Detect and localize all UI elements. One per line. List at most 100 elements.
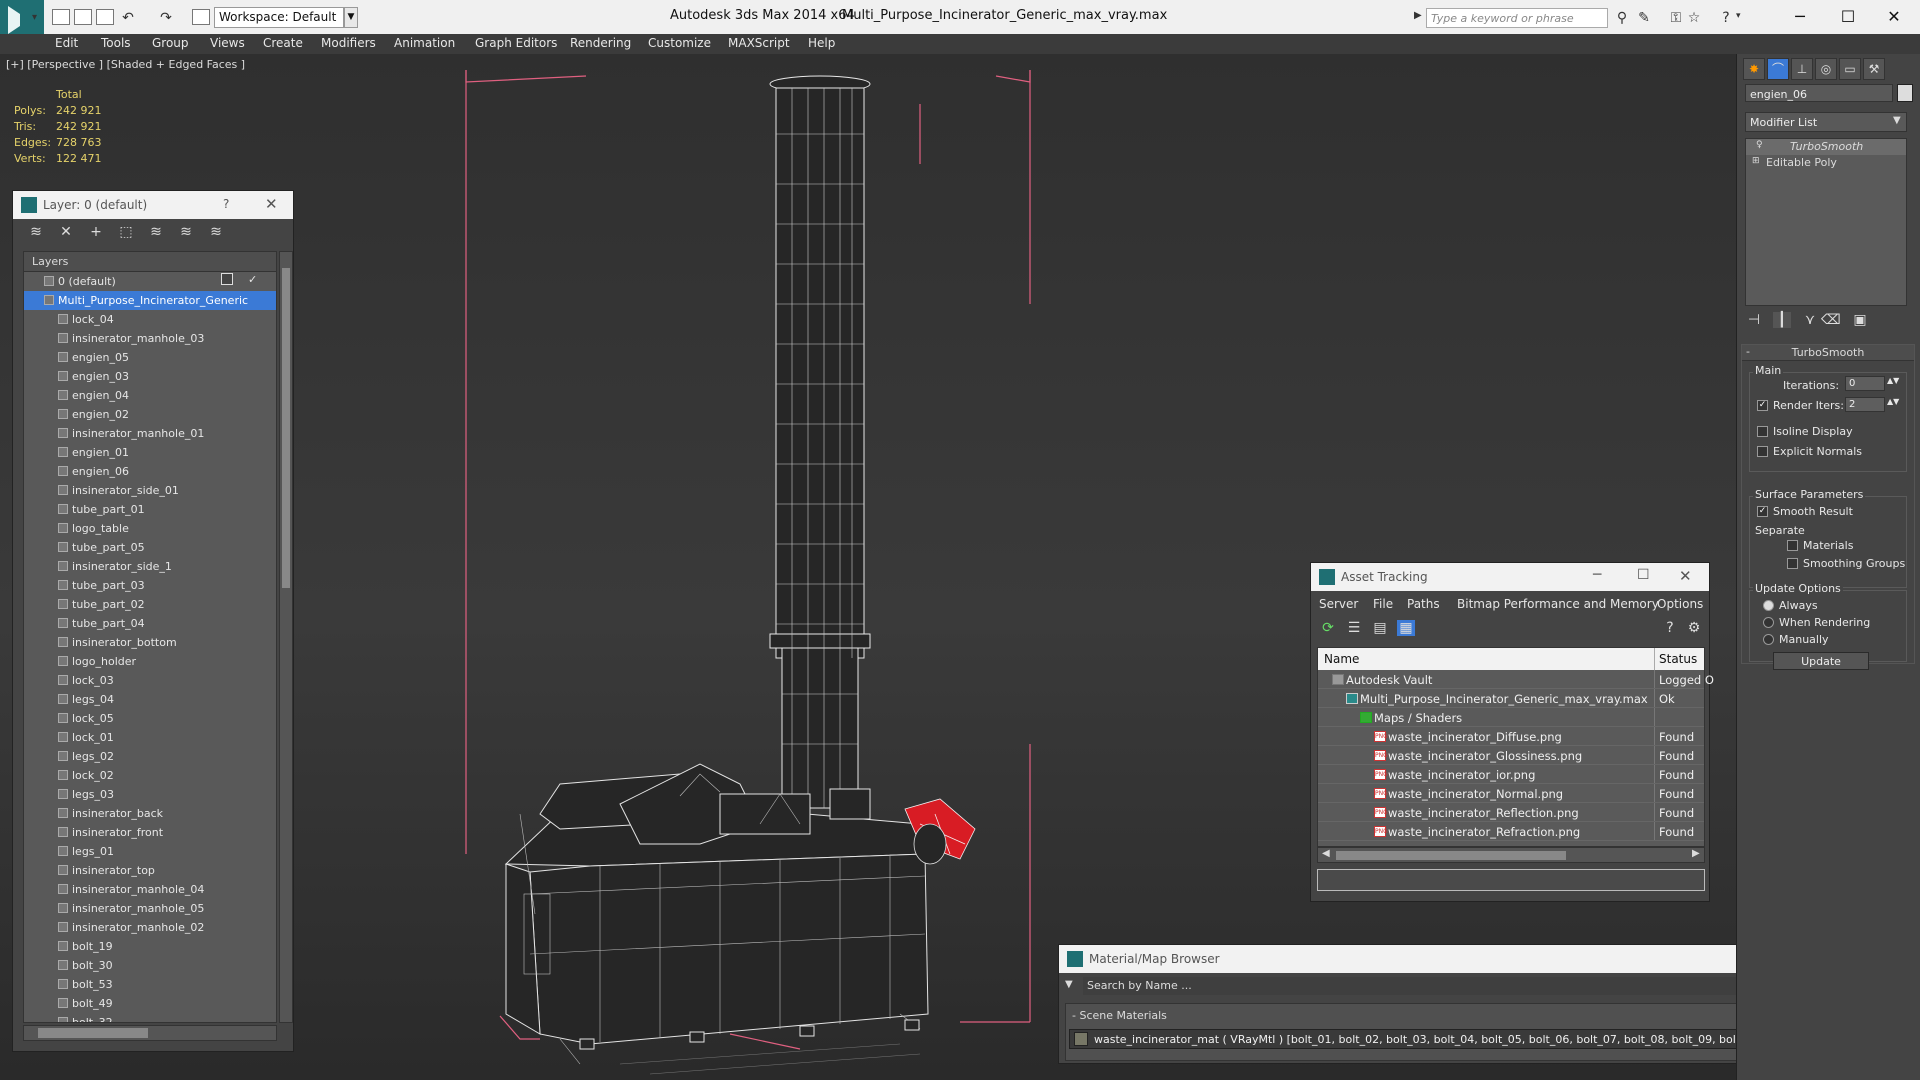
close-icon[interactable]: ✕ <box>1679 567 1692 585</box>
create-tab-icon[interactable]: ✸ <box>1743 58 1765 80</box>
checkmark-icon[interactable]: ✓ <box>248 273 257 286</box>
object-row[interactable]: tube_part_04 <box>24 614 276 633</box>
current-layer-checkbox[interactable] <box>221 273 233 285</box>
object-row[interactable]: bolt_49 <box>24 994 276 1013</box>
app-menu-arrow-icon[interactable]: ▾ <box>32 12 37 23</box>
object-row[interactable]: tube_part_05 <box>24 538 276 557</box>
modifier-list-dropdown[interactable]: Modifier List <box>1745 112 1907 132</box>
asset-menu-options[interactable]: Options <box>1657 597 1703 611</box>
render-iters-spinner[interactable]: 2 <box>1845 397 1885 412</box>
asset-menu-server[interactable]: Server <box>1319 597 1358 611</box>
viewport-label[interactable]: [+] [Perspective ] [Shaded + Edged Faces… <box>6 58 245 71</box>
new-file-icon[interactable] <box>52 9 70 25</box>
object-row[interactable]: tube_part_03 <box>24 576 276 595</box>
manually-radio[interactable] <box>1763 634 1774 645</box>
modifier-stack[interactable]: ♀ TurboSmooth ⊞ Editable Poly <box>1745 138 1907 306</box>
spinner-arrows-icon[interactable]: ▲▼ <box>1887 397 1899 406</box>
layer-vertical-scrollbar[interactable] <box>279 251 293 1023</box>
hide-layers-icon[interactable]: ≋ <box>177 224 195 240</box>
utilities-tab-icon[interactable]: ⚒ <box>1863 58 1885 80</box>
menu-rendering[interactable]: Rendering <box>570 36 631 50</box>
help-dropdown-icon[interactable]: ▾ <box>1736 11 1741 21</box>
workspace-dropdown[interactable]: Workspace: Default <box>214 7 344 28</box>
chevron-down-icon[interactable]: ▼ <box>1893 115 1901 126</box>
asset-row[interactable]: Autodesk Vault Logged O <box>1318 670 1714 689</box>
menu-graph-editors[interactable]: Graph Editors <box>475 36 557 50</box>
asset-row[interactable]: Maps / Shaders <box>1318 708 1704 727</box>
materials-checkbox[interactable] <box>1787 540 1798 551</box>
object-color-swatch[interactable] <box>1897 84 1913 102</box>
asset-panel-titlebar[interactable]: Asset Tracking ─ ☐ ✕ <box>1311 563 1709 591</box>
object-row[interactable]: insinerator_manhole_02 <box>24 918 276 937</box>
new-layer-icon[interactable]: ≋ <box>27 224 45 240</box>
maximize-icon[interactable]: ☐ <box>1637 567 1650 583</box>
maximize-icon[interactable]: ☐ <box>1828 4 1868 30</box>
object-row[interactable]: insinerator_front <box>24 823 276 842</box>
menu-views[interactable]: Views <box>210 36 245 50</box>
help-icon[interactable]: ? <box>1718 10 1734 26</box>
when-rendering-radio[interactable] <box>1763 617 1774 628</box>
object-row[interactable]: insinerator_top <box>24 861 276 880</box>
stack-item-editable-poly[interactable]: ⊞ Editable Poly <box>1746 155 1906 171</box>
asset-horizontal-scrollbar[interactable]: ◀ ▶ <box>1317 847 1705 863</box>
object-row[interactable]: insinerator_side_1 <box>24 557 276 576</box>
object-row[interactable]: legs_01 <box>24 842 276 861</box>
list-view-icon[interactable]: ☰ <box>1345 620 1363 636</box>
modify-tab-icon[interactable]: ⌒ <box>1767 58 1789 80</box>
browser-options-icon[interactable]: ▼ <box>1065 979 1073 990</box>
make-unique-icon[interactable]: ⋎ <box>1801 312 1819 328</box>
chevron-down-icon[interactable]: ▼ <box>344 7 358 28</box>
layer-row-selected[interactable]: Multi_Purpose_Incinerator_Generic <box>24 291 276 310</box>
menu-group[interactable]: Group <box>152 36 189 50</box>
minimize-icon[interactable]: ─ <box>1593 567 1601 583</box>
object-row[interactable]: bolt_19 <box>24 937 276 956</box>
layer-horizontal-scrollbar[interactable] <box>23 1025 277 1041</box>
menu-create[interactable]: Create <box>263 36 303 50</box>
object-row[interactable]: bolt_32 <box>24 1013 276 1022</box>
binoculars-search-icon[interactable]: ⚲ <box>1614 10 1630 26</box>
smoothing-groups-checkbox[interactable] <box>1787 558 1798 569</box>
undo-icon[interactable]: ↶ <box>120 10 136 26</box>
menu-modifiers[interactable]: Modifiers <box>321 36 376 50</box>
isoline-checkbox[interactable] <box>1757 426 1768 437</box>
object-row[interactable]: lock_02 <box>24 766 276 785</box>
delete-layer-icon[interactable]: ✕ <box>57 224 75 240</box>
layer-row-default[interactable]: 0 (default) ✓ <box>24 272 276 291</box>
save-file-icon[interactable] <box>96 9 114 25</box>
asset-menu-bitmap-performance[interactable]: Bitmap Performance and Memory <box>1457 597 1659 611</box>
asset-row[interactable]: PNG waste_incinerator_Normal.png Found <box>1318 784 1704 803</box>
menu-edit[interactable]: Edit <box>55 36 78 50</box>
object-row[interactable]: tube_part_01 <box>24 500 276 519</box>
remove-modifier-icon[interactable]: ⌫ <box>1821 312 1841 328</box>
close-icon[interactable]: ✕ <box>1874 4 1914 30</box>
hierarchy-tab-icon[interactable]: ⊥ <box>1791 58 1813 80</box>
iterations-spinner[interactable]: 0 <box>1845 376 1885 391</box>
pin-stack-icon[interactable]: ⊣ <box>1745 312 1763 328</box>
asset-menu-paths[interactable]: Paths <box>1407 597 1440 611</box>
object-row[interactable]: insinerator_manhole_03 <box>24 329 276 348</box>
favorites-star-icon[interactable]: ☆ <box>1686 10 1702 26</box>
object-row[interactable]: tube_part_02 <box>24 595 276 614</box>
freeze-layers-icon[interactable]: ≋ <box>207 224 225 240</box>
open-file-icon[interactable] <box>74 9 92 25</box>
object-row[interactable]: legs_03 <box>24 785 276 804</box>
object-row[interactable]: bolt_53 <box>24 975 276 994</box>
object-row[interactable]: engien_05 <box>24 348 276 367</box>
scene-materials-header[interactable]: - Scene Materials <box>1072 1009 1167 1022</box>
object-row[interactable]: bolt_30 <box>24 956 276 975</box>
layers-column-header[interactable]: Layers <box>24 252 276 272</box>
highlight-layer-icon[interactable]: ≋ <box>147 224 165 240</box>
asset-menu-file[interactable]: File <box>1373 597 1393 611</box>
render-iters-checkbox[interactable]: ✓ <box>1757 400 1768 411</box>
asset-row[interactable]: PNG waste_incinerator_Glossiness.png Found <box>1318 746 1704 765</box>
object-name-field[interactable]: engien_06 <box>1745 84 1893 102</box>
object-row[interactable]: engien_03 <box>24 367 276 386</box>
configure-sets-icon[interactable]: ▣ <box>1851 312 1869 328</box>
layer-list[interactable]: Layers 0 (default) ✓ Multi_Purpose_Incin… <box>23 251 277 1023</box>
close-icon[interactable]: ✕ <box>265 195 278 213</box>
object-row[interactable]: engien_04 <box>24 386 276 405</box>
help-icon[interactable]: ? <box>1661 620 1679 636</box>
help-icon[interactable]: ? <box>223 197 229 211</box>
menu-customize[interactable]: Customize <box>648 36 711 50</box>
layer-panel-titlebar[interactable]: Layer: 0 (default) ? ✕ <box>13 191 293 219</box>
